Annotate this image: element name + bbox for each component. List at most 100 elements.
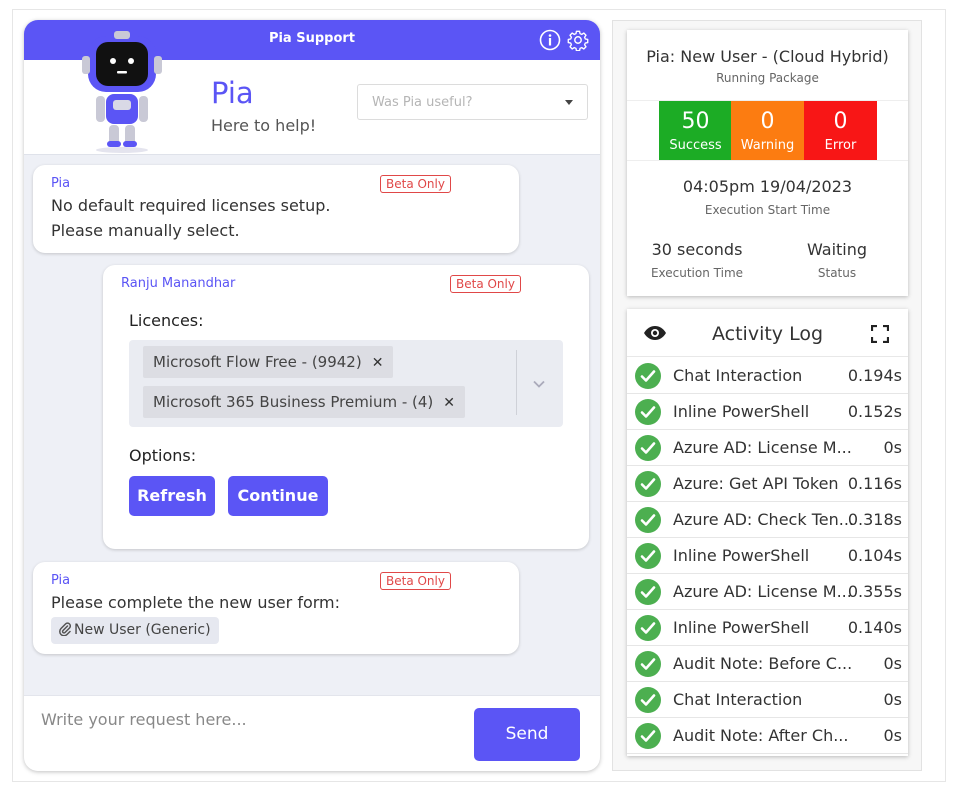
message-text-line: No default required licenses setup. xyxy=(51,196,331,215)
success-label: Success xyxy=(669,138,722,153)
activity-log-row-time: 0s xyxy=(883,726,902,745)
licence-chip: Microsoft 365 Business Premium - (4) ✕ xyxy=(143,386,466,418)
select-divider xyxy=(516,350,517,415)
licences-label: Licences: xyxy=(129,311,204,330)
feedback-select[interactable]: Was Pia useful? xyxy=(357,84,588,120)
check-circle-icon xyxy=(635,579,661,605)
activity-log-row-time: 0s xyxy=(883,654,902,673)
activity-log-header: Activity Log xyxy=(627,309,908,357)
chevron-down-icon xyxy=(565,100,573,105)
check-circle-icon xyxy=(635,507,661,533)
chevron-down-icon[interactable] xyxy=(533,378,545,390)
error-stat: 0 Error xyxy=(804,101,877,160)
fullscreen-icon[interactable] xyxy=(871,325,889,343)
assistant-hero: Pia Here to help! Was Pia useful? xyxy=(24,31,600,155)
close-icon[interactable]: ✕ xyxy=(372,355,384,371)
activity-log-row-name: Azure AD: Check Ten... xyxy=(673,510,854,529)
activity-log-row[interactable]: Audit Note: Before C... 0s xyxy=(627,646,908,682)
activity-log-title: Activity Log xyxy=(711,323,824,345)
activity-log-row[interactable]: Inline PowerShell 0.104s xyxy=(627,538,908,574)
activity-log-row[interactable]: Chat Interaction 0s xyxy=(627,682,908,718)
robot-mascot xyxy=(82,31,162,153)
check-circle-icon xyxy=(635,723,661,749)
activity-log-row[interactable]: Azure AD: Check Ten... 0.318s xyxy=(627,502,908,538)
licences-multiselect[interactable]: Microsoft Flow Free - (9942) ✕ Microsoft … xyxy=(129,340,563,427)
status-value: Waiting xyxy=(806,240,868,259)
activity-log-row-time: 0.355s xyxy=(847,582,902,601)
check-circle-icon xyxy=(635,471,661,497)
activity-log-row[interactable]: Azure AD: License M... 0s xyxy=(627,430,908,466)
package-card: Pia: New User - (Cloud Hybrid) Running P… xyxy=(627,30,908,296)
start-time-label: Execution Start Time xyxy=(704,203,831,217)
attachment-link[interactable]: New User (Generic) xyxy=(51,617,219,644)
warning-stat: 0 Warning xyxy=(731,101,804,160)
message-sender: Pia xyxy=(51,573,71,588)
activity-log-row-time: 0.318s xyxy=(847,510,902,529)
check-circle-icon xyxy=(635,687,661,713)
activity-log-row-name: Inline PowerShell xyxy=(673,618,810,637)
side-panel: Pia: New User - (Cloud Hybrid) Running P… xyxy=(612,20,922,771)
message-text-line: Please manually select. xyxy=(51,221,240,240)
message-list: Pia Beta Only No default required licens… xyxy=(24,155,600,663)
feedback-placeholder: Was Pia useful? xyxy=(372,95,473,110)
activity-log-row-name: Chat Interaction xyxy=(673,690,803,709)
activity-log-row-name: Audit Note: Before C... xyxy=(673,654,853,673)
info-icon[interactable] xyxy=(539,29,561,51)
licence-chip: Microsoft Flow Free - (9942) ✕ xyxy=(143,346,394,378)
close-icon[interactable]: ✕ xyxy=(443,395,455,411)
chat-panel: Pia Support Pia Here to help! Was Pia us… xyxy=(24,20,600,771)
paperclip-icon xyxy=(59,622,72,637)
check-circle-icon xyxy=(635,651,661,677)
licence-chip-label: Microsoft Flow Free - (9942) xyxy=(153,353,362,371)
activity-log-row[interactable]: Chat Interaction 0.194s xyxy=(627,358,908,394)
beta-badge: Beta Only xyxy=(450,275,521,293)
check-circle-icon xyxy=(635,363,661,389)
check-circle-icon xyxy=(635,399,661,425)
activity-log-card: Activity Log Chat Interaction 0.194s Inlin… xyxy=(627,309,908,756)
activity-log-row[interactable]: Azure: Get API Token 0.116s xyxy=(627,466,908,502)
activity-log-row-time: 0.194s xyxy=(847,366,902,385)
error-label: Error xyxy=(824,138,857,153)
activity-log-row-name: Inline PowerShell xyxy=(673,402,810,421)
check-circle-icon xyxy=(635,615,661,641)
options-label: Options: xyxy=(129,446,197,465)
composer: Write your request here... Send xyxy=(24,695,600,771)
activity-log-row-time: 0s xyxy=(883,690,902,709)
message-sender: Ranju Manandhar xyxy=(121,276,236,291)
activity-log-row-name: Inline PowerShell xyxy=(673,546,810,565)
continue-button[interactable]: Continue xyxy=(228,476,328,516)
licence-chip-label: Microsoft 365 Business Premium - (4) xyxy=(153,393,434,411)
assistant-name: Pia xyxy=(211,76,254,110)
activity-log-row-name: Audit Note: After Ch... xyxy=(673,726,849,745)
check-circle-icon xyxy=(635,543,661,569)
activity-log-row-time: 0.140s xyxy=(847,618,902,637)
activity-log-row[interactable]: Audit Note: After Ch... 0s xyxy=(627,718,908,754)
package-subtitle: Running Package xyxy=(716,71,819,85)
refresh-button[interactable]: Refresh xyxy=(129,476,215,516)
execution-time: 30 seconds xyxy=(651,240,743,259)
success-stat: 50 Success xyxy=(659,101,732,160)
message-bubble: Ranju Manandhar Beta Only Licences: Micr… xyxy=(103,265,589,549)
message-sender: Pia xyxy=(51,176,71,191)
warning-count: 0 xyxy=(760,109,775,134)
activity-log-row[interactable]: Inline PowerShell 0.140s xyxy=(627,610,908,646)
message-bubble: Pia Beta Only No default required licens… xyxy=(33,165,519,253)
activity-log-row-time: 0.152s xyxy=(847,402,902,421)
gear-icon[interactable] xyxy=(567,29,589,52)
activity-log-row-name: Azure AD: License M... xyxy=(673,438,852,457)
attachment-label: New User (Generic) xyxy=(74,622,211,638)
execution-time-label: Execution Time xyxy=(650,266,744,280)
activity-log-row[interactable]: Azure AD: License M... 0.355s xyxy=(627,574,908,610)
check-circle-icon xyxy=(635,435,661,461)
success-count: 50 xyxy=(681,109,710,134)
send-button[interactable]: Send xyxy=(474,708,580,761)
warning-label: Warning xyxy=(740,138,795,153)
status-label: Status xyxy=(817,266,857,280)
beta-badge: Beta Only xyxy=(380,572,451,590)
divider xyxy=(627,160,908,161)
assistant-tagline: Here to help! xyxy=(211,116,317,135)
activity-log-row-time: 0s xyxy=(883,438,902,457)
activity-log-row[interactable]: Inline PowerShell 0.152s xyxy=(627,394,908,430)
error-count: 0 xyxy=(833,109,848,134)
request-input[interactable]: Write your request here... xyxy=(41,710,247,729)
